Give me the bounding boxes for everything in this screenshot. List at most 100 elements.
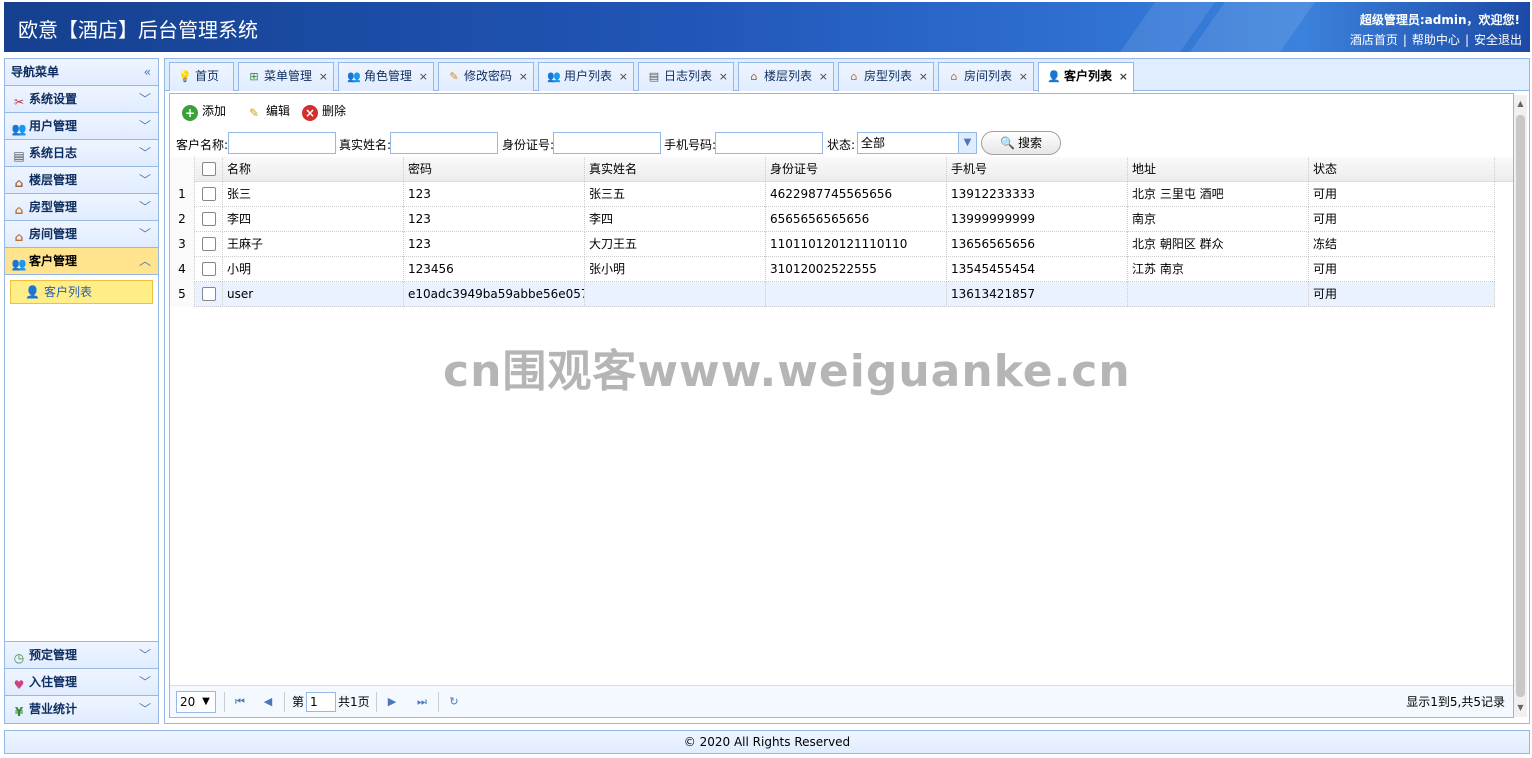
add-button[interactable]: + 添加 [182,102,226,121]
row-checkbox[interactable] [195,182,223,207]
table-row[interactable]: 4 小明 123456 张小明 31012002522555 13545455454 江苏 … [170,257,1495,282]
chevron-down-icon: ﹀ [138,200,151,214]
tab-room-type-list[interactable]: ⌂ 房型列表 × [838,62,934,91]
table-cell: 可用 [1309,257,1495,282]
row-checkbox[interactable] [195,232,223,257]
page-number-input[interactable] [306,692,336,712]
sidebar-item-room-types[interactable]: ⌂ 房型管理 ﹀ [5,194,158,221]
table-row[interactable]: 2 李四 123 李四 6565656565656 13999999999 南京 可用 [170,207,1495,232]
close-icon[interactable]: × [819,63,828,90]
hotel-home-link[interactable]: 酒店首页 [1350,33,1398,47]
tab-home[interactable]: 💡 首页 [169,62,234,91]
row-number: 1 [170,182,195,207]
table-cell: 4622987745565656 [766,182,947,207]
tab-change-password[interactable]: ✎ 修改密码 × [438,62,534,91]
chevron-down-icon: ﹀ [138,227,151,241]
table-cell: 北京 三里屯 酒吧 [1128,182,1309,207]
table-cell: 31012002522555 [766,257,947,282]
search-bar: 客户名称: 真实姓名: 身份证号: 手机号码: 状态: 全部 ▼ 🔍 搜索 [170,131,1513,156]
tab-menu-management[interactable]: ⊞ 菜单管理 × [238,62,334,91]
users-icon: 👥 [347,70,361,83]
column-header[interactable]: 地址 [1128,157,1309,182]
table-row[interactable]: 3 王麻子 123 大刀王五 110110120121110110 13656565656… [170,232,1495,257]
close-icon[interactable]: × [1019,63,1028,90]
sidebar-item-reservations[interactable]: ◷ 预定管理 ﹀ [5,642,158,669]
tab-user-list[interactable]: 👥 用户列表 × [538,62,634,91]
scroll-thumb[interactable] [1516,115,1525,697]
close-icon[interactable]: × [619,63,628,90]
close-icon[interactable]: × [319,63,328,90]
table-cell: 13545455454 [947,257,1128,282]
sidebar-subitem-customer-list[interactable]: 👤 客户列表 [10,280,153,304]
table-cell: 13656565656 [947,232,1128,257]
close-icon[interactable]: × [719,63,728,90]
scroll-up-icon[interactable]: ▲ [1514,97,1527,111]
tabs-bar: 💡 首页 ⊞ 菜单管理 × 👥 角色管理 × ✎ 修改密码 × 👥 用户列表 × ▤ 日志列表 × ⌂… [165,59,1529,92]
plus-icon: + [182,105,198,121]
sidebar-item-checkin[interactable]: ♥ 入住管理 ﹀ [5,669,158,696]
collapse-icon[interactable]: « [144,59,151,85]
delete-button[interactable]: × 删除 [302,102,346,121]
close-icon[interactable]: × [1119,63,1128,90]
real-name-input[interactable] [390,132,498,154]
house-icon: ⌂ [14,230,24,244]
column-header[interactable]: 密码 [404,157,585,182]
building-icon: ⌂ [750,70,758,83]
tab-floor-list[interactable]: ⌂ 楼层列表 × [738,62,834,91]
tab-role-management[interactable]: 👥 角色管理 × [338,62,434,91]
tab-customer-list[interactable]: 👤 客户列表 × [1038,62,1134,92]
close-icon[interactable]: × [919,63,928,90]
sidebar-item-rooms[interactable]: ⌂ 房间管理 ﹀ [5,221,158,248]
sidebar-item-customers[interactable]: 👥 客户管理 ︿ [5,248,158,275]
chevron-down-icon: ﹀ [138,648,151,662]
column-header[interactable]: 身份证号 [766,157,947,182]
scroll-down-icon[interactable]: ▼ [1514,701,1527,715]
edit-button[interactable]: ✎ 编辑 [246,102,290,120]
next-page-icon[interactable]: ▶ [384,692,400,712]
status-select[interactable]: 全部 ▼ [857,132,977,154]
sidebar-item-users[interactable]: 👥 用户管理 ﹀ [5,113,158,140]
tab-room-list[interactable]: ⌂ 房间列表 × [938,62,1034,91]
chevron-down-icon: ﹀ [138,173,151,187]
row-checkbox[interactable] [195,207,223,232]
table-cell: 张小明 [585,257,766,282]
close-icon[interactable]: × [519,63,528,90]
row-checkbox[interactable] [195,282,223,307]
phone-input[interactable] [715,132,823,154]
close-icon[interactable]: × [419,63,428,90]
search-button[interactable]: 🔍 搜索 [981,131,1061,155]
first-page-icon[interactable]: ⏮ [232,692,248,712]
page-prefix: 第 [292,695,305,709]
sidebar-item-system-settings[interactable]: ✂ 系统设置 ﹀ [5,86,158,113]
id-card-label: 身份证号: [502,138,555,152]
table-cell: user [223,282,404,307]
column-header[interactable]: 状态 [1309,157,1495,182]
tab-log-list[interactable]: ▤ 日志列表 × [638,62,734,91]
id-card-input[interactable] [553,132,661,154]
column-header[interactable]: 真实姓名 [585,157,766,182]
logout-link[interactable]: 安全退出 [1474,33,1522,47]
table-cell: 可用 [1309,207,1495,232]
customer-name-input[interactable] [228,132,336,154]
table-row[interactable]: 1 张三 123 张三五 4622987745565656 13912233333 北京 三… [170,182,1495,207]
last-page-icon[interactable]: ⏭ [414,692,430,712]
top-links: 酒店首页 | 帮助中心 | 安全退出 [1349,33,1522,47]
vertical-scrollbar[interactable]: ▲ ▼ [1514,95,1527,717]
table-cell [1128,282,1309,307]
refresh-icon[interactable]: ↻ [446,692,462,712]
chevron-down-icon: ﹀ [138,119,151,133]
table-cell: 123 [404,207,585,232]
column-header[interactable]: 手机号 [947,157,1128,182]
page-size-select[interactable]: 20 ▼ [176,691,216,713]
column-header[interactable]: 名称 [223,157,404,182]
row-checkbox[interactable] [195,257,223,282]
sidebar-item-floors[interactable]: ⌂ 楼层管理 ﹀ [5,167,158,194]
select-all-checkbox[interactable] [195,157,223,182]
sidebar-item-statistics[interactable]: ¥ 营业统计 ﹀ [5,696,158,723]
prev-page-icon[interactable]: ◀ [260,692,276,712]
help-center-link[interactable]: 帮助中心 [1412,33,1460,47]
table-row[interactable]: 5 usere10adc3949ba59abbe56e057f20f883e 136… [170,282,1495,307]
sidebar-item-system-log[interactable]: ▤ 系统日志 ﹀ [5,140,158,167]
house-icon: ⌂ [14,203,24,217]
search-icon: 🔍 [1000,136,1015,150]
